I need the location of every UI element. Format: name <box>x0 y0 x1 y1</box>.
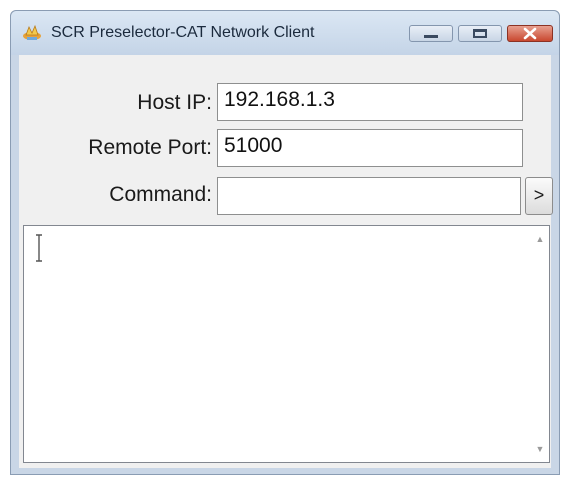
title-bar[interactable]: SCR Preselector-CAT Network Client <box>11 11 559 55</box>
text-cursor-icon <box>36 234 42 262</box>
remote-port-field[interactable]: 51000 <box>217 129 523 167</box>
close-icon <box>523 27 537 40</box>
maximize-icon <box>473 29 487 38</box>
command-label: Command: <box>109 183 212 206</box>
host-ip-label: Host IP: <box>137 91 212 114</box>
close-button[interactable] <box>507 25 553 42</box>
command-input[interactable] <box>217 177 521 215</box>
maximize-button[interactable] <box>458 25 502 42</box>
scroll-up-icon[interactable]: ▲ <box>531 230 549 248</box>
client-area: Host IP: 192.168.1.3 Remote Port: 51000 … <box>19 55 553 468</box>
minimize-button[interactable] <box>409 25 453 42</box>
window-title: SCR Preselector-CAT Network Client <box>51 24 315 41</box>
app-window: SCR Preselector-CAT Network Client Host … <box>10 10 560 475</box>
vertical-scrollbar[interactable]: ▲ ▼ <box>531 226 549 462</box>
remote-port-label: Remote Port: <box>88 136 212 159</box>
host-ip-field[interactable]: 192.168.1.3 <box>217 83 523 121</box>
output-textarea[interactable]: ▲ ▼ <box>23 225 550 463</box>
scroll-down-icon[interactable]: ▼ <box>531 440 549 458</box>
send-command-button[interactable]: > <box>525 177 553 215</box>
app-icon <box>23 24 41 40</box>
minimize-icon <box>424 35 438 38</box>
